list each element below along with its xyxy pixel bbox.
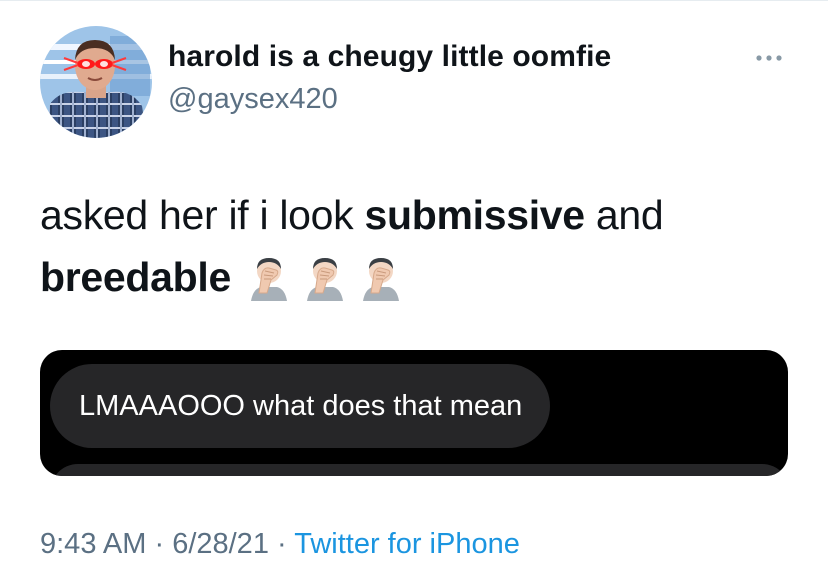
tweet-source-link[interactable]: Twitter for iPhone [294,528,520,560]
facepalm-emoji-icon [307,258,343,301]
tweet-text-part: and [584,192,664,238]
meta-separator: · [268,528,295,560]
tweet-text-bold: submissive [364,192,585,238]
media-image[interactable]: LMAAAOOO what does that mean [40,350,788,476]
facepalm-emoji-icon [363,258,399,301]
message-bubble: LMAAAOOO what does that mean [50,364,551,448]
tweet-time[interactable]: 9:43 AM [40,528,146,560]
top-divider [0,0,828,1]
user-handle[interactable]: @gaysex420 [168,83,338,116]
tweet-text: asked her if i look submissive and breed… [40,184,800,308]
facepalm-emoji-icon [251,258,287,301]
avatar[interactable] [40,26,152,138]
tweet-metadata: 9:43 AM · 6/28/21 · Twitter for iPhone [40,528,520,561]
display-name[interactable]: harold is a cheugy little oomfie [168,40,611,74]
message-bubble-partial [50,464,788,476]
more-options-icon[interactable] [752,48,786,68]
tweet-date[interactable]: 6/28/21 [172,528,269,560]
avatar-image [40,26,152,138]
meta-separator: · [146,528,173,560]
tweet-text-bold: breedable [40,254,231,300]
tweet-text-part: asked her if i look [40,192,365,238]
